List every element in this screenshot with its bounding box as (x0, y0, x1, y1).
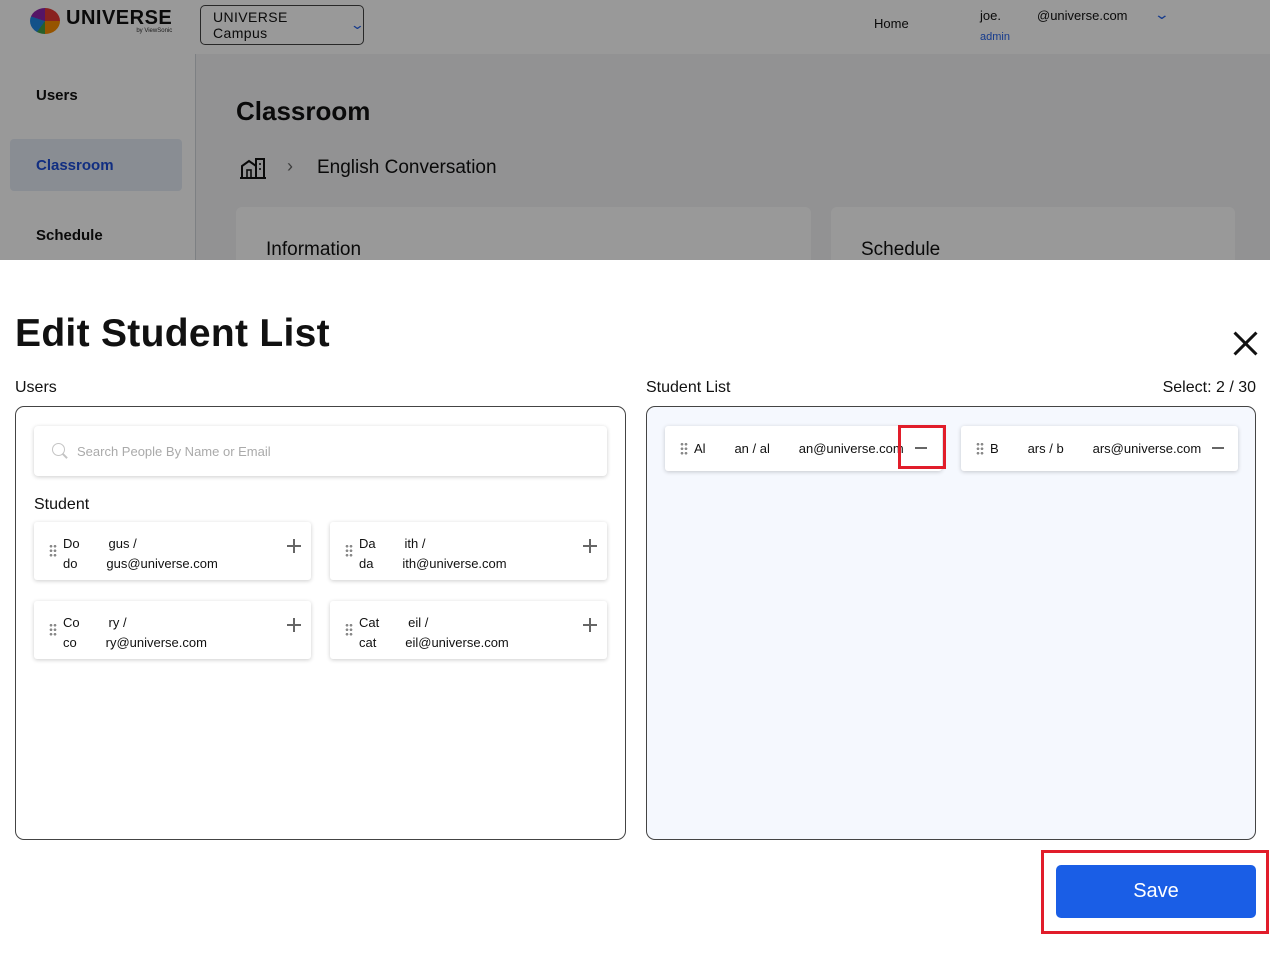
drag-handle-icon[interactable] (680, 442, 688, 455)
drag-handle-icon[interactable] (345, 544, 353, 557)
add-icon[interactable] (287, 618, 301, 632)
modal-backdrop[interactable] (0, 0, 1270, 260)
add-icon[interactable] (583, 539, 597, 553)
drag-handle-icon[interactable] (49, 623, 57, 636)
add-icon[interactable] (287, 539, 301, 553)
selected-student-card[interactable]: Al an / al an@universe.com (665, 426, 942, 471)
user-email: co ry@universe.com (63, 635, 207, 650)
users-panel: Student Do gus / do gus@universe.com Da … (15, 406, 626, 840)
save-button[interactable]: Save (1056, 865, 1256, 918)
select-count: Select: 2 / 30 (1162, 379, 1256, 396)
user-email: do gus@universe.com (63, 556, 218, 571)
student-info: B ars / b ars@universe.com (990, 441, 1202, 456)
search-icon (52, 443, 68, 459)
close-icon[interactable] (1230, 328, 1260, 358)
selected-student-card[interactable]: B ars / b ars@universe.com (961, 426, 1238, 471)
user-card[interactable]: Co ry / co ry@universe.com (34, 601, 311, 659)
student-list-panel: Al an / al an@universe.com B ars / b ars… (646, 406, 1256, 840)
user-name: Co ry / (63, 615, 127, 630)
edit-student-list-modal: Edit Student List Users Student List Sel… (0, 260, 1270, 960)
remove-icon[interactable] (915, 447, 927, 449)
user-card[interactable]: Da ith / da ith@universe.com (330, 522, 607, 580)
user-name: Do gus / (63, 536, 137, 551)
user-name: Da ith / (359, 536, 426, 551)
drag-handle-icon[interactable] (976, 442, 984, 455)
user-card[interactable]: Cat eil / cat eil@universe.com (330, 601, 607, 659)
search-input[interactable] (77, 443, 557, 459)
user-card[interactable]: Do gus / do gus@universe.com (34, 522, 311, 580)
remove-icon[interactable] (1212, 447, 1224, 449)
users-label: Users (15, 379, 57, 396)
modal-title: Edit Student List (15, 312, 330, 355)
student-list-label: Student List (646, 379, 731, 396)
add-icon[interactable] (583, 618, 597, 632)
user-email: da ith@universe.com (359, 556, 507, 571)
background-app: UNIVERSE by ViewSonic UNIVERSE Campus ⌄ … (0, 0, 1270, 260)
search-box[interactable] (34, 426, 607, 476)
student-info: Al an / al an@universe.com (694, 441, 904, 456)
drag-handle-icon[interactable] (345, 623, 353, 636)
drag-handle-icon[interactable] (49, 544, 57, 557)
user-email: cat eil@universe.com (359, 635, 509, 650)
user-name: Cat eil / (359, 615, 429, 630)
student-group-heading: Student (34, 496, 90, 513)
